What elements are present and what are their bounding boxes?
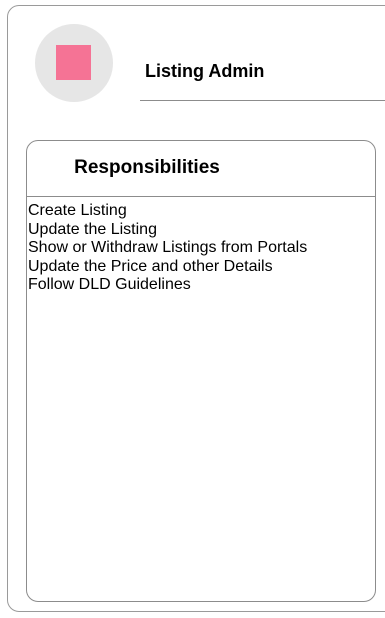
avatar bbox=[35, 24, 113, 102]
responsibility-item: Follow DLD Guidelines bbox=[28, 276, 191, 293]
responsibility-item: Show or Withdraw Listings from Portals bbox=[28, 239, 308, 256]
responsibilities-list: Create Listing Update the Listing Show o… bbox=[28, 202, 307, 295]
responsibility-item: Update the Listing bbox=[28, 220, 157, 238]
responsibility-item: Update the Price and other Details bbox=[28, 257, 273, 275]
panel-divider bbox=[27, 196, 375, 197]
responsibility-item: Create Listing bbox=[28, 202, 127, 219]
title-underline bbox=[140, 100, 385, 101]
role-title: Listing Admin bbox=[145, 61, 265, 81]
responsibilities-heading: Responsibilities bbox=[74, 157, 220, 178]
avatar-square-icon bbox=[56, 45, 91, 80]
role-card-page: Listing Admin Responsibilities Create Li… bbox=[0, 0, 385, 618]
